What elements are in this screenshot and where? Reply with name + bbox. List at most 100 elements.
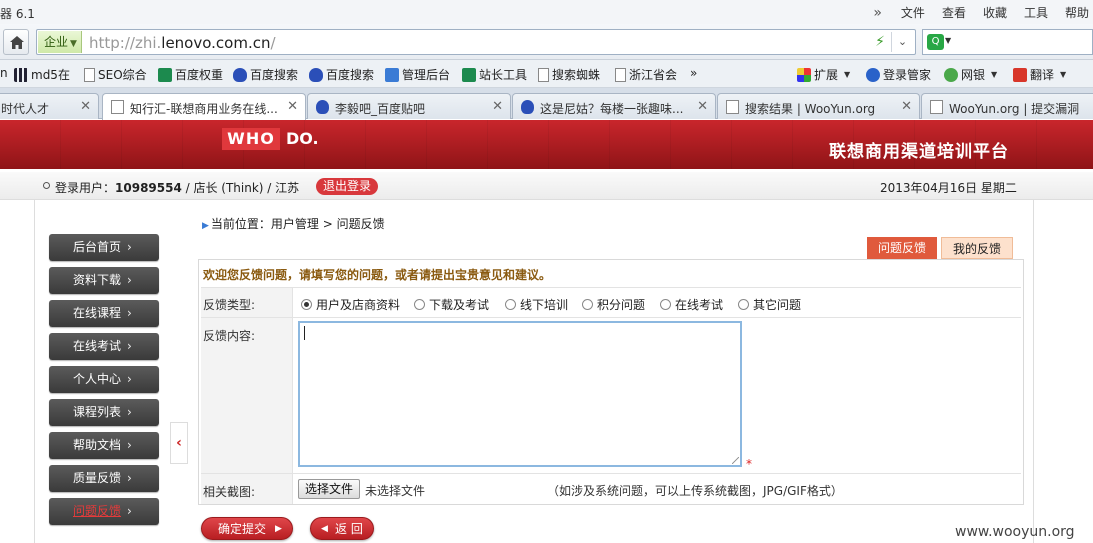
sidebar-item-home[interactable]: 后台首页 ›: [49, 234, 159, 261]
user-bar: 登录用户：10989554 / 店长 (Think) / 江苏 退出登录 201…: [0, 172, 1093, 200]
radio-other[interactable]: 其它问题: [738, 296, 801, 313]
close-icon[interactable]: ✕: [287, 99, 298, 114]
extensions-button[interactable]: 扩展 ▼: [797, 66, 850, 83]
chevron-right-icon: ›: [127, 240, 132, 254]
close-icon[interactable]: ✕: [80, 99, 91, 114]
bookmark-baidu-search-2[interactable]: 百度搜索: [309, 66, 374, 83]
bookmark-md5[interactable]: md5在: [14, 66, 70, 83]
menu-file[interactable]: 文件: [901, 4, 925, 21]
sidebar-item-online-courses[interactable]: 在线课程 ›: [49, 300, 159, 327]
arrow-left-icon: ◀: [321, 524, 328, 534]
bookmark-admin[interactable]: 管理后台: [385, 66, 450, 83]
chevron-right-icon: ›: [127, 405, 132, 419]
logo[interactable]: WHO: [222, 128, 280, 150]
home-button[interactable]: [3, 29, 29, 55]
security-zone-badge[interactable]: 企业 ▼: [38, 31, 82, 53]
bookmark-baidu-search-1[interactable]: 百度搜索: [233, 66, 298, 83]
feedback-content-textarea[interactable]: [298, 321, 742, 467]
close-icon[interactable]: ✕: [901, 99, 912, 114]
url-input[interactable]: 企业 ▼ http://zhi.lenovo.com.cn/ ⚡ ⌄: [36, 29, 916, 55]
tab-tieba[interactable]: 李毅吧_百度贴吧 ✕: [307, 93, 511, 119]
choose-file-button[interactable]: 选择文件: [298, 479, 361, 499]
tab-label: 知行汇-联想商用业务在线...: [130, 102, 278, 116]
platform-title: 联想商用渠道培训平台: [829, 142, 1009, 162]
address-bar: 企业 ▼ http://zhi.lenovo.com.cn/ ⚡ ⌄ Q ▼: [0, 24, 1093, 60]
seo-icon: [158, 67, 172, 82]
required-mark: *: [746, 457, 752, 471]
site-banner: WHO DO. 联想商用渠道培训平台: [0, 120, 1093, 169]
radio-points[interactable]: 积分问题: [582, 296, 645, 313]
menu-help[interactable]: 帮助: [1065, 4, 1089, 21]
menu-overflow-icon[interactable]: »: [873, 5, 882, 21]
chevron-down-icon: ▼: [991, 70, 998, 79]
label-feedback-content: 反馈内容:: [203, 329, 256, 343]
bookmark-spider[interactable]: 搜索蜘蛛: [538, 66, 600, 83]
menu-favorites[interactable]: 收藏: [983, 4, 1007, 21]
radio-user-store-data[interactable]: 用户及店商资料: [301, 296, 400, 313]
sidebar-item-downloads[interactable]: 资料下载 ›: [49, 267, 159, 294]
tab-issue-feedback[interactable]: 问题反馈: [867, 237, 937, 259]
breadcrumb: ▶ 当前位置：用户管理 > 问题反馈: [202, 217, 385, 231]
tab-my-feedback[interactable]: 我的反馈: [941, 237, 1013, 259]
sidebar-item-profile[interactable]: 个人中心 ›: [49, 366, 159, 393]
close-icon[interactable]: ✕: [492, 99, 503, 114]
bookmark-webmaster-tools[interactable]: 站长工具: [462, 66, 527, 83]
chevron-down-icon: ▼: [70, 39, 77, 49]
chevron-right-icon: ›: [127, 339, 132, 353]
bookmark-truncated[interactable]: n: [0, 66, 8, 80]
url-text: http://zhi.lenovo.com.cn/: [89, 34, 276, 52]
back-button[interactable]: ◀ 返 回: [310, 517, 374, 540]
radio-online-exam[interactable]: 在线考试: [660, 296, 723, 313]
bookmark-seo[interactable]: SEO综合: [84, 66, 147, 83]
close-icon[interactable]: ✕: [697, 99, 708, 114]
baidu-paw-icon: [309, 67, 323, 82]
menu-view[interactable]: 查看: [942, 4, 966, 21]
watermark: www.wooyun.org: [955, 524, 1075, 540]
sidebar-item-quality-feedback[interactable]: 质量反馈 ›: [49, 465, 159, 492]
file-status: 未选择文件: [365, 484, 426, 498]
bank-button[interactable]: 网银 ▼: [944, 66, 997, 83]
home-icon: [10, 36, 24, 49]
submit-button[interactable]: 确定提交 ▶: [201, 517, 293, 540]
url-dropdown-icon[interactable]: ⌄: [891, 32, 913, 52]
bookmark-zhejiang[interactable]: 浙江省会: [615, 66, 677, 83]
tab-shidai[interactable]: 时代人才 ✕: [0, 93, 99, 119]
bookmark-baidu-weight[interactable]: 百度权重: [158, 66, 223, 83]
sidebar-item-issue-feedback[interactable]: 问题反馈 ›: [49, 498, 159, 525]
tab-nun[interactable]: 这是尼姑？每楼一张趣味... ✕: [512, 93, 716, 119]
label-screenshot: 相关截图:: [203, 485, 256, 499]
label-feedback-type: 反馈类型:: [203, 298, 256, 312]
arrow-right-icon: ▶: [202, 221, 209, 231]
sidebar-item-help[interactable]: 帮助文档 ›: [49, 432, 159, 459]
tab-label: 搜索结果 | WooYun.org: [745, 102, 876, 116]
login-manager-button[interactable]: 登录管家: [866, 66, 931, 83]
page-icon: [84, 67, 95, 82]
page-icon: [726, 100, 739, 114]
row-feedback-content: 反馈内容: *: [201, 317, 1021, 473]
tab-label: 李毅吧_百度贴吧: [335, 102, 426, 116]
tab-wooyun-submit[interactable]: WooYun.org | 提交漏洞: [921, 93, 1093, 119]
chevron-right-icon: ›: [127, 372, 132, 386]
sidebar-item-course-list[interactable]: 课程列表 ›: [49, 399, 159, 426]
chevron-down-icon: ▼: [1060, 70, 1067, 79]
search-engine-icon[interactable]: Q: [927, 34, 944, 50]
translate-button[interactable]: 翻译 ▼: [1013, 66, 1066, 83]
menu-tools[interactable]: 工具: [1024, 4, 1048, 21]
radio-offline-training[interactable]: 线下培训: [505, 296, 568, 313]
radio-download-exam[interactable]: 下载及考试: [414, 296, 489, 313]
tab-label: 时代人才: [1, 102, 50, 116]
chevron-right-icon: ›: [127, 306, 132, 320]
sidebar-collapse-button[interactable]: ‹: [170, 422, 188, 464]
bookmarks-overflow-icon[interactable]: »: [690, 66, 697, 80]
chevron-down-icon[interactable]: ▼: [945, 36, 951, 45]
logout-button[interactable]: 退出登录: [316, 178, 379, 195]
sidebar-item-online-exam[interactable]: 在线考试 ›: [49, 333, 159, 360]
tab-zhixinghui[interactable]: 知行汇-联想商用业务在线... ✕: [102, 93, 306, 120]
tab-wooyun-search[interactable]: 搜索结果 | WooYun.org ✕: [717, 93, 920, 119]
search-input[interactable]: Q ▼: [922, 29, 1093, 55]
tab-label: WooYun.org | 提交漏洞: [949, 102, 1080, 116]
baidu-paw-icon: [316, 100, 329, 114]
baidu-paw-icon: [521, 100, 534, 114]
speed-mode-icon[interactable]: ⚡: [875, 34, 885, 50]
logo-text: DO.: [286, 129, 319, 148]
